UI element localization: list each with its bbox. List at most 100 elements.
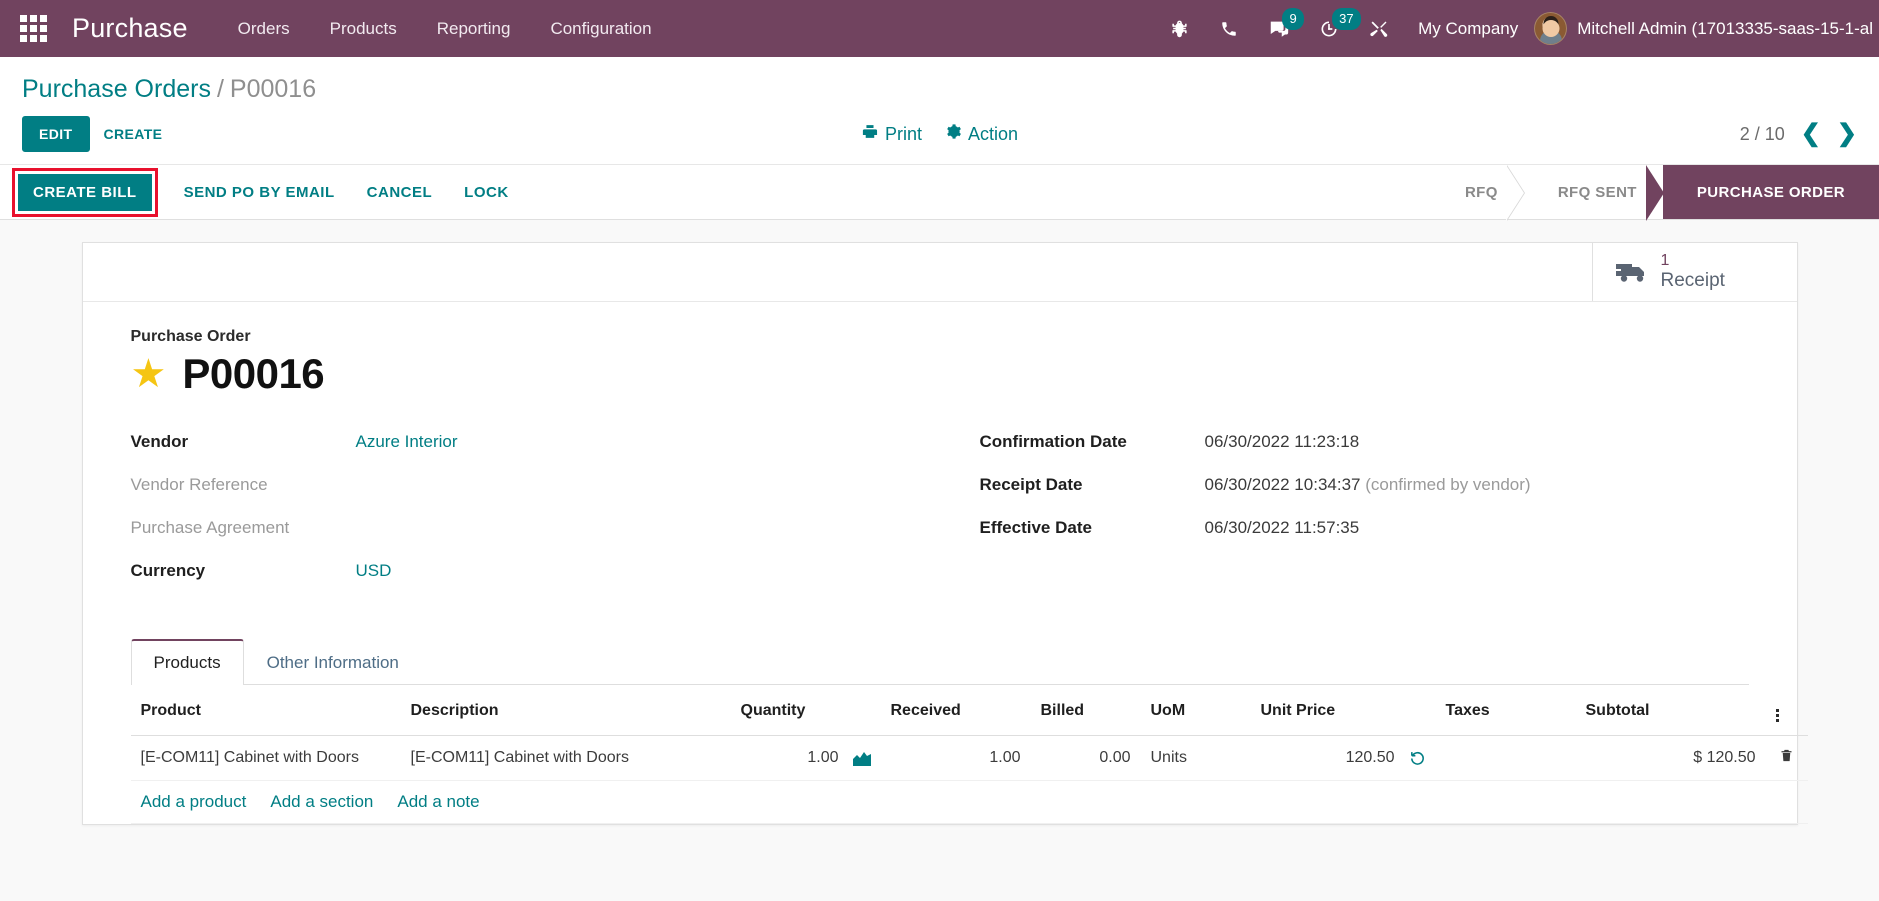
field-value-effective-date[interactable]: 06/30/2022 11:57:35 [1205,518,1749,538]
create-bill-button[interactable]: CREATE BILL [18,173,152,211]
cancel-button[interactable]: CANCEL [351,174,449,211]
cell-taxes[interactable] [1435,735,1576,781]
breadcrumb: Purchase Orders / P00016 [0,57,1879,108]
field-value-receipt-date[interactable]: 06/30/2022 10:34:37 (confirmed by vendor… [1205,475,1749,495]
chevron-right-icon[interactable]: ❯ [1837,122,1857,146]
col-uom[interactable]: UoM [1140,685,1251,736]
vertical-dots-icon[interactable] [1765,685,1808,736]
form-column-left: Vendor Azure Interior Vendor Reference P… [131,432,900,604]
status-pipeline: RFQ RFQ SENT PURCHASE ORDER [1430,165,1879,221]
send-po-by-email-button[interactable]: SEND PO BY EMAIL [168,174,351,211]
tools-wrench-icon[interactable] [1354,0,1404,57]
field-label-confirmation-date: Confirmation Date [979,432,1127,451]
forecast-chart-icon[interactable] [852,751,871,766]
print-label: Print [884,123,922,144]
smart-button-box: 1 Receipt [82,243,1797,302]
breadcrumb-separator: / [216,75,224,103]
menu-item-orders[interactable]: Orders [218,1,310,57]
cell-billed[interactable]: 0.00 [1030,735,1141,781]
action-label: Action [967,123,1019,144]
col-quantity[interactable]: Quantity [730,685,881,736]
menu-item-reporting[interactable]: Reporting [417,1,531,57]
stage-rfq-sent[interactable]: RFQ SENT [1523,165,1664,221]
gear-icon [944,123,961,145]
statusbar: CREATE BILL SEND PO BY EMAIL CANCEL LOCK… [0,164,1879,221]
col-unit-price[interactable]: Unit Price [1250,685,1436,736]
col-received[interactable]: Received [880,685,1031,736]
notebook: Products Other Information Product Descr… [130,638,1808,824]
stage-rfq[interactable]: RFQ [1430,165,1525,221]
chevron-left-icon[interactable]: ❮ [1801,122,1821,146]
receipt-smart-button[interactable]: 1 Receipt [1591,243,1797,301]
col-subtotal[interactable]: Subtotal [1575,685,1766,736]
tab-other-information[interactable]: Other Information [244,640,422,685]
app-brand-title[interactable]: Purchase [72,13,188,44]
receipt-count: 1 [1660,251,1670,269]
record-title-row: ★ P00016 [131,350,1749,398]
pager: 2 / 10 ❮ ❯ [1740,122,1857,146]
cell-uom[interactable]: Units [1140,735,1251,781]
control-panel-actions: Print Action [861,123,1018,145]
print-menu[interactable]: Print [861,123,922,145]
table-row[interactable]: [E-COM11] Cabinet with Doors [E-COM11] C… [130,735,1808,781]
trash-icon[interactable] [1765,735,1808,781]
receipt-date-value: 06/30/2022 10:34:37 [1204,475,1361,494]
cell-unit-price[interactable]: 120.50 [1250,735,1436,781]
cell-quantity[interactable]: 1.00 [730,735,881,781]
avatar [1534,12,1568,45]
stage-purchase-order[interactable]: PURCHASE ORDER [1662,165,1879,219]
field-label-vendor: Vendor [130,432,189,451]
notebook-tabs: Products Other Information [130,638,1749,685]
apps-grid-icon[interactable] [10,6,56,52]
bug-icon[interactable] [1154,0,1204,57]
col-billed[interactable]: Billed [1030,685,1141,736]
menu-item-configuration[interactable]: Configuration [530,1,671,57]
col-taxes[interactable]: Taxes [1435,685,1576,736]
col-product[interactable]: Product [130,685,401,736]
col-description[interactable]: Description [400,685,731,736]
navbar-systray: 9 37 My Company Mitchell Admin (17013335… [1154,0,1879,57]
form-column-right: Confirmation Date 06/30/2022 11:23:18 Re… [980,432,1749,604]
edit-button[interactable]: EDIT [22,116,90,152]
cell-description[interactable]: [E-COM11] Cabinet with Doors [400,735,731,781]
table-header-row: Product Description Quantity Received Bi… [130,685,1808,736]
field-value-currency[interactable]: USD [356,561,900,581]
tab-products[interactable]: Products [130,639,244,685]
field-label-currency: Currency [130,561,206,580]
add-links-cell: Add a product Add a section Add a note [130,780,1808,824]
phone-icon[interactable] [1204,0,1254,57]
messages-icon[interactable]: 9 [1254,0,1305,57]
breadcrumb-parent-link[interactable]: Purchase Orders [22,75,211,104]
add-a-note-link[interactable]: Add a note [397,792,479,812]
menu-item-products[interactable]: Products [310,1,417,57]
cell-subtotal: $ 120.50 [1575,735,1766,781]
form-sheet: 1 Receipt Purchase Order ★ P00016 Vendor… [81,242,1808,825]
price-history-icon[interactable] [1409,750,1426,767]
control-panel: EDIT CREATE Print Action 2 / 10 ❮ ❯ [0,108,1879,164]
cell-received[interactable]: 1.00 [880,735,1031,781]
main-menu: Orders Products Reporting Configuration [218,1,672,57]
add-a-section-link[interactable]: Add a section [270,792,373,812]
order-lines-table: Product Description Quantity Received Bi… [130,685,1808,824]
field-purchase-agreement: Purchase Agreement [131,518,900,561]
lock-button[interactable]: LOCK [448,174,525,211]
form-sheet-area: 1 Receipt Purchase Order ★ P00016 Vendor… [0,220,1879,901]
create-button[interactable]: CREATE [90,117,177,151]
top-navbar: Purchase Orders Products Reporting Confi… [0,0,1879,57]
field-label-purchase-agreement: Purchase Agreement [130,518,290,537]
action-menu[interactable]: Action [944,123,1018,145]
cell-product[interactable]: [E-COM11] Cabinet with Doors [130,735,401,781]
printer-icon [861,123,878,145]
user-menu[interactable]: Mitchell Admin (17013335-saas-15-1-al [1534,12,1879,45]
messages-badge: 9 [1282,8,1305,30]
field-label-receipt-date: Receipt Date [979,475,1083,494]
field-value-confirmation-date[interactable]: 06/30/2022 11:23:18 [1205,432,1749,452]
field-value-vendor[interactable]: Azure Interior [356,432,900,452]
add-a-product-link[interactable]: Add a product [141,792,247,812]
company-switcher[interactable]: My Company [1404,19,1534,39]
star-icon[interactable]: ★ [131,354,167,394]
unit-price-value: 120.50 [1345,749,1395,766]
form-fields: Vendor Azure Interior Vendor Reference P… [131,432,1749,630]
field-currency: Currency USD [131,561,900,604]
activities-clock-icon[interactable]: 37 [1304,0,1361,57]
